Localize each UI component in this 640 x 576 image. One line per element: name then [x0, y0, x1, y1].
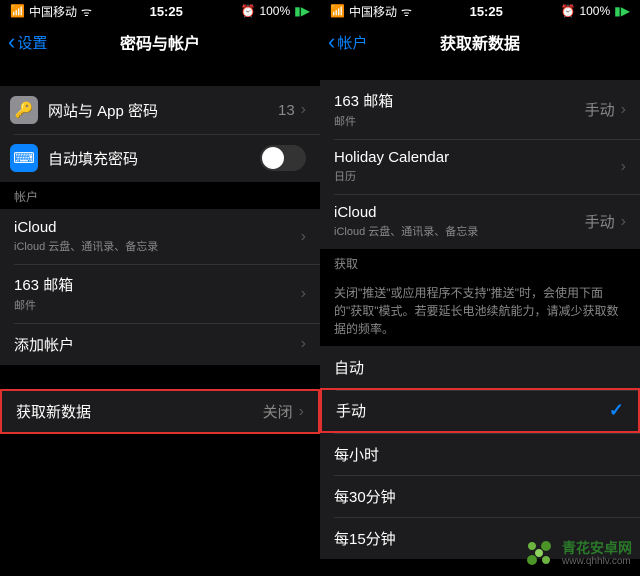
back-label: 设置: [17, 32, 47, 53]
chevron-right-icon: ›: [621, 213, 626, 231]
phone-left: 📶 中国移动 ᯤ 15:25 ⏰ 100% ▮▶ ‹ 设置 密码与帐户 🔑 网站…: [0, 0, 320, 576]
fetch-footer: 关闭"推送"或应用程序不支持"推送"时，会使用下面的"获取"模式。若要延长电池续…: [320, 276, 640, 346]
fetch-new-data-row[interactable]: 获取新数据 关闭 ›: [0, 389, 320, 434]
cell-sublabel: iCloud 云盘、通讯录、备忘录: [14, 238, 301, 254]
fetch-value: 关闭: [263, 401, 293, 422]
chevron-right-icon: ›: [301, 101, 306, 119]
logo-icon: [524, 538, 556, 570]
status-bar: 📶 中国移动 ᯤ 15:25 ⏰ 100% ▮▶: [0, 0, 320, 22]
cell-label: 自动填充密码: [48, 148, 260, 169]
account-163-row[interactable]: 163 邮箱 邮件 手动 ›: [320, 80, 640, 139]
alarm-icon: ⏰: [241, 4, 256, 18]
fetch-option-manual[interactable]: 手动 ✓: [320, 388, 640, 433]
cell-label: 每小时: [334, 444, 626, 465]
password-count: 13: [278, 102, 295, 119]
mode-value: 手动: [585, 211, 615, 232]
wifi-icon: ᯤ: [401, 3, 412, 20]
battery-percent: 100%: [259, 4, 290, 18]
cell-label: iCloud: [14, 219, 301, 236]
autofill-passwords-row[interactable]: ⌨ 自动填充密码: [0, 134, 320, 182]
chevron-right-icon: ›: [301, 228, 306, 246]
account-holiday-row[interactable]: Holiday Calendar 日历 ›: [320, 139, 640, 194]
chevron-right-icon: ›: [301, 335, 306, 353]
chevron-right-icon: ›: [301, 285, 306, 303]
phone-right: 📶 中国移动 ᯤ 15:25 ⏰ 100% ▮▶ ‹ 帐户 获取新数据 163 …: [320, 0, 640, 576]
cell-label: 获取新数据: [16, 401, 263, 422]
watermark: 青花安卓网 www.qhhlv.com: [524, 538, 632, 570]
watermark-brand: 青花安卓网: [562, 541, 632, 556]
battery-icon: ▮▶: [294, 4, 310, 18]
fetch-header: 获取: [320, 249, 640, 276]
fetch-option-30min[interactable]: 每30分钟: [320, 475, 640, 517]
nav-bar: ‹ 设置 密码与帐户: [0, 22, 320, 62]
page-title: 获取新数据: [440, 30, 520, 54]
cell-label: 每30分钟: [334, 486, 626, 507]
back-button[interactable]: ‹ 设置: [8, 31, 47, 53]
page-title: 密码与帐户: [120, 30, 200, 54]
battery-icon: ▮▶: [614, 4, 630, 18]
cell-sublabel: 邮件: [14, 297, 301, 313]
cell-label: 163 邮箱: [14, 274, 301, 295]
back-label: 帐户: [337, 32, 367, 53]
mode-value: 手动: [585, 99, 615, 120]
carrier-label: 中国移动: [349, 3, 397, 20]
account-icloud-row[interactable]: iCloud iCloud 云盘、通讯录、备忘录 手动 ›: [320, 194, 640, 249]
chevron-right-icon: ›: [299, 403, 304, 421]
cell-label: 自动: [334, 357, 626, 378]
cell-sublabel: iCloud 云盘、通讯录、备忘录: [334, 223, 585, 239]
nav-bar: ‹ 帐户 获取新数据: [320, 22, 640, 62]
key-icon: 🔑: [10, 96, 38, 124]
watermark-url: www.qhhlv.com: [562, 556, 632, 567]
account-163-row[interactable]: 163 邮箱 邮件 ›: [0, 264, 320, 323]
checkmark-icon: ✓: [609, 400, 624, 421]
cell-label: 手动: [336, 400, 609, 421]
cell-label: 网站与 App 密码: [48, 100, 278, 121]
cell-label: iCloud: [334, 204, 585, 221]
alarm-icon: ⏰: [561, 4, 576, 18]
chevron-right-icon: ›: [621, 158, 626, 176]
cell-sublabel: 日历: [334, 168, 621, 184]
chevron-left-icon: ‹: [328, 31, 335, 53]
battery-percent: 100%: [579, 4, 610, 18]
status-bar: 📶 中国移动 ᯤ 15:25 ⏰ 100% ▮▶: [320, 0, 640, 22]
clock: 15:25: [470, 4, 503, 19]
chevron-left-icon: ‹: [8, 31, 15, 53]
wifi-icon: ᯤ: [81, 3, 92, 20]
website-app-passwords-row[interactable]: 🔑 网站与 App 密码 13 ›: [0, 86, 320, 134]
autofill-toggle[interactable]: [260, 145, 306, 171]
accounts-header: 帐户: [0, 182, 320, 209]
signal-icon: 📶: [330, 4, 345, 18]
fetch-option-auto[interactable]: 自动: [320, 346, 640, 388]
fetch-option-hourly[interactable]: 每小时: [320, 433, 640, 475]
clock: 15:25: [150, 4, 183, 19]
add-account-row[interactable]: 添加帐户 ›: [0, 323, 320, 365]
cell-label: Holiday Calendar: [334, 149, 621, 166]
carrier-label: 中国移动: [29, 3, 77, 20]
account-icloud-row[interactable]: iCloud iCloud 云盘、通讯录、备忘录 ›: [0, 209, 320, 264]
signal-icon: 📶: [10, 4, 25, 18]
cell-sublabel: 邮件: [334, 113, 585, 129]
chevron-right-icon: ›: [621, 101, 626, 119]
back-button[interactable]: ‹ 帐户: [328, 31, 367, 53]
cell-label: 163 邮箱: [334, 90, 585, 111]
cell-label: 添加帐户: [14, 334, 301, 355]
keyboard-icon: ⌨: [10, 144, 38, 172]
